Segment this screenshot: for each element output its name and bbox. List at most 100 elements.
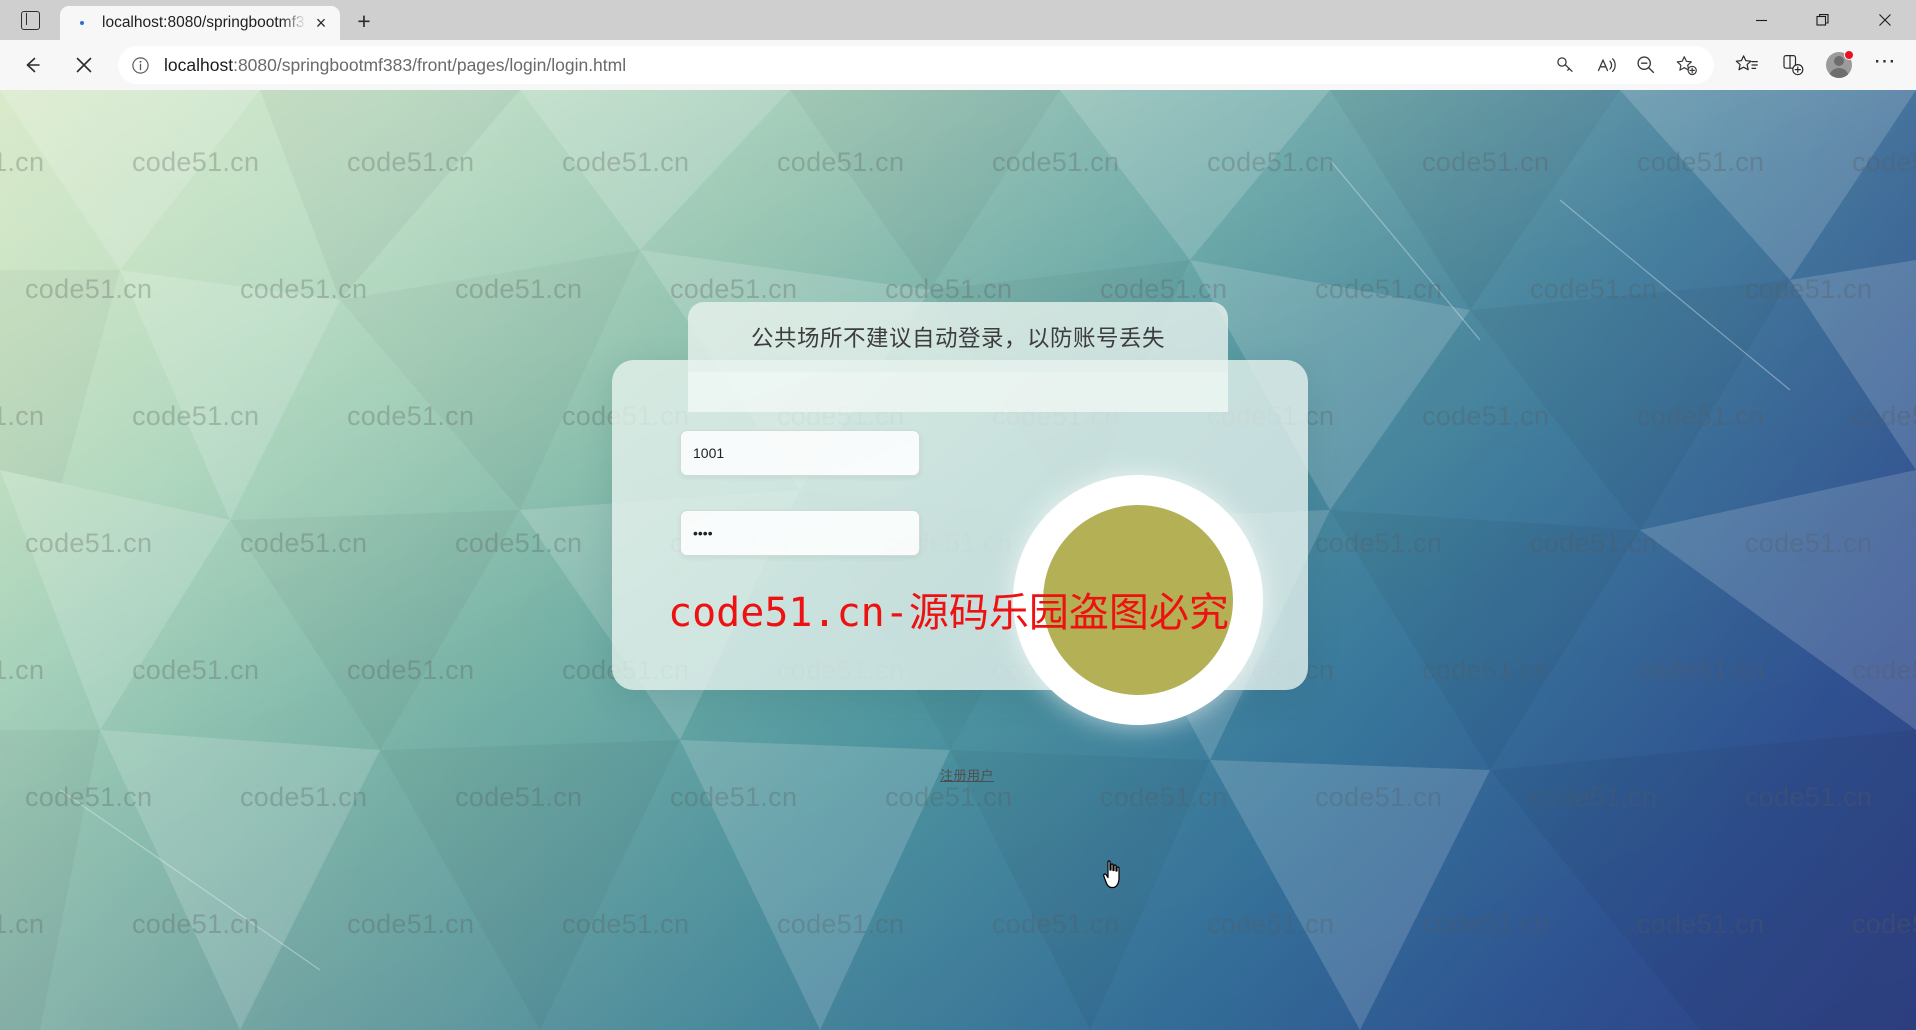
watermark-text: code51.cn bbox=[455, 782, 583, 812]
url-path: :8080/springbootmf383/front/pages/login/… bbox=[233, 54, 627, 75]
minimize-button[interactable] bbox=[1730, 0, 1792, 40]
stop-loading-button[interactable] bbox=[64, 45, 104, 85]
tip-shelf bbox=[688, 372, 1228, 412]
watermark-text: code51.cn bbox=[1637, 401, 1765, 431]
browser-toolbar: localhost:8080/springbootmf383/front/pag… bbox=[0, 40, 1916, 90]
url-host: localhost bbox=[164, 54, 234, 75]
window-controls bbox=[1730, 0, 1916, 40]
watermark-text: code51.cn bbox=[1852, 655, 1916, 685]
add-favorite-icon[interactable] bbox=[1666, 46, 1706, 84]
watermark-text: code51.cn bbox=[1315, 274, 1443, 304]
watermark-text: code51.cn bbox=[132, 909, 260, 939]
watermark-text: code51.cn bbox=[1637, 655, 1765, 685]
watermark-text: code51.cn bbox=[1315, 528, 1443, 558]
watermark-text: code51.cn bbox=[240, 782, 368, 812]
login-form bbox=[680, 430, 940, 590]
username-field[interactable] bbox=[680, 430, 920, 476]
password-input[interactable] bbox=[693, 525, 907, 541]
watermark-text: code51.cn bbox=[0, 147, 45, 177]
watermark-text: code51.cn bbox=[1422, 655, 1550, 685]
watermark-text: code51.cn bbox=[1422, 147, 1550, 177]
watermark-text: code51.cn bbox=[0, 655, 45, 685]
mouse-cursor bbox=[1103, 860, 1120, 889]
watermark-text: code51.cn bbox=[885, 274, 1013, 304]
close-window-button[interactable] bbox=[1854, 0, 1916, 40]
address-bar[interactable]: localhost:8080/springbootmf383/front/pag… bbox=[118, 46, 1714, 84]
collections-icon[interactable] bbox=[1724, 44, 1770, 86]
watermark-text: code51.cn bbox=[1530, 274, 1658, 304]
watermark-text: code51.cn bbox=[347, 909, 475, 939]
watermark-text: code51.cn bbox=[0, 909, 45, 939]
watermark-text: code51.cn bbox=[132, 655, 260, 685]
red-watermark-text: code51.cn-源码乐园盗图必究 bbox=[668, 590, 1229, 636]
password-key-icon[interactable] bbox=[1546, 46, 1586, 84]
watermark-text: code51.cn bbox=[562, 909, 690, 939]
status-badge bbox=[1844, 50, 1854, 60]
zoom-out-icon[interactable] bbox=[1626, 46, 1666, 84]
register-user-link[interactable]: 注册用户 bbox=[940, 765, 994, 784]
profile-avatar[interactable] bbox=[1816, 44, 1862, 86]
omnibox-actions bbox=[1546, 46, 1706, 84]
watermark-text: code51.cn bbox=[1745, 528, 1873, 558]
watermark-text: code51.cn bbox=[240, 274, 368, 304]
watermark-text: code51.cn bbox=[1422, 909, 1550, 939]
watermark-text: code51.cn bbox=[562, 147, 690, 177]
watermark-text: code51.cn bbox=[25, 274, 153, 304]
browser-window: localhost:8080/springbootmf383 × + local… bbox=[0, 0, 1916, 1030]
watermark-text: code51.cn bbox=[132, 147, 260, 177]
watermark-text: code51.cn bbox=[0, 401, 45, 431]
watermark-text: code51.cn bbox=[455, 274, 583, 304]
close-icon[interactable]: × bbox=[306, 8, 336, 38]
watermark-text: code51.cn bbox=[1530, 782, 1658, 812]
watermark-text: code51.cn bbox=[1745, 274, 1873, 304]
password-field[interactable] bbox=[680, 510, 920, 556]
watermark-text: code51.cn bbox=[1852, 147, 1916, 177]
watermark-text: code51.cn bbox=[455, 528, 583, 558]
watermark-text: code51.cn bbox=[992, 147, 1120, 177]
settings-more-icon[interactable]: ⋯ bbox=[1862, 44, 1908, 86]
watermark-text: code51.cn bbox=[670, 274, 798, 304]
watermark-text: code51.cn bbox=[132, 401, 260, 431]
blue-dot-favicon bbox=[74, 15, 90, 31]
watermark-text: code51.cn bbox=[777, 909, 905, 939]
watermark-text: code51.cn bbox=[1207, 147, 1335, 177]
watermark-text: code51.cn bbox=[885, 782, 1013, 812]
autologin-tip: 公共场所不建议自动登录，以防账号丢失 bbox=[688, 302, 1228, 372]
watermark-text: code51.cn bbox=[1530, 528, 1658, 558]
new-tab-button[interactable]: + bbox=[346, 3, 382, 39]
watermark-text: code51.cn bbox=[25, 782, 153, 812]
watermark-text: code51.cn bbox=[347, 401, 475, 431]
toolbar-right-actions: ⋯ bbox=[1724, 44, 1908, 86]
tab-search-icon bbox=[20, 10, 40, 30]
watermark-text: code51.cn bbox=[1637, 909, 1765, 939]
watermark-text: code51.cn bbox=[240, 528, 368, 558]
restore-button[interactable] bbox=[1792, 0, 1854, 40]
watermark-text: code51.cn bbox=[1637, 147, 1765, 177]
watermark-text: code51.cn bbox=[1315, 782, 1443, 812]
watermark-text: code51.cn bbox=[1422, 401, 1550, 431]
watermark-text: code51.cn bbox=[1745, 782, 1873, 812]
watermark-text: code51.cn bbox=[1852, 909, 1916, 939]
title-bar: localhost:8080/springbootmf383 × + bbox=[0, 0, 1916, 40]
page-viewport: code51.cn code51.cn code51.cn code51.cn code… bbox=[0, 90, 1916, 1030]
autologin-tip-text: 公共场所不建议自动登录，以防账号丢失 bbox=[750, 326, 1165, 352]
tab-search-button[interactable] bbox=[0, 0, 60, 40]
site-info-icon[interactable] bbox=[126, 51, 154, 79]
back-button[interactable] bbox=[12, 45, 52, 85]
tab-title: localhost:8080/springbootmf383 bbox=[102, 14, 306, 31]
browser-tab[interactable]: localhost:8080/springbootmf383 × bbox=[60, 6, 340, 40]
watermark-text: code51.cn bbox=[1100, 274, 1228, 304]
watermark-text: code51.cn bbox=[777, 147, 905, 177]
username-input[interactable] bbox=[693, 445, 907, 461]
watermark-text: code51.cn bbox=[1852, 401, 1916, 431]
watermark-text: code51.cn bbox=[670, 782, 798, 812]
watermark-text: code51.cn bbox=[992, 909, 1120, 939]
url-display: localhost:8080/springbootmf383/front/pag… bbox=[164, 55, 626, 76]
split-screen-icon[interactable] bbox=[1770, 44, 1816, 86]
read-aloud-icon[interactable] bbox=[1586, 46, 1626, 84]
watermark-text: code51.cn bbox=[347, 655, 475, 685]
watermark-text: code51.cn bbox=[1100, 782, 1228, 812]
watermark-text: code51.cn bbox=[1207, 909, 1335, 939]
watermark-text: code51.cn bbox=[347, 147, 475, 177]
watermark-text: code51.cn bbox=[25, 528, 153, 558]
